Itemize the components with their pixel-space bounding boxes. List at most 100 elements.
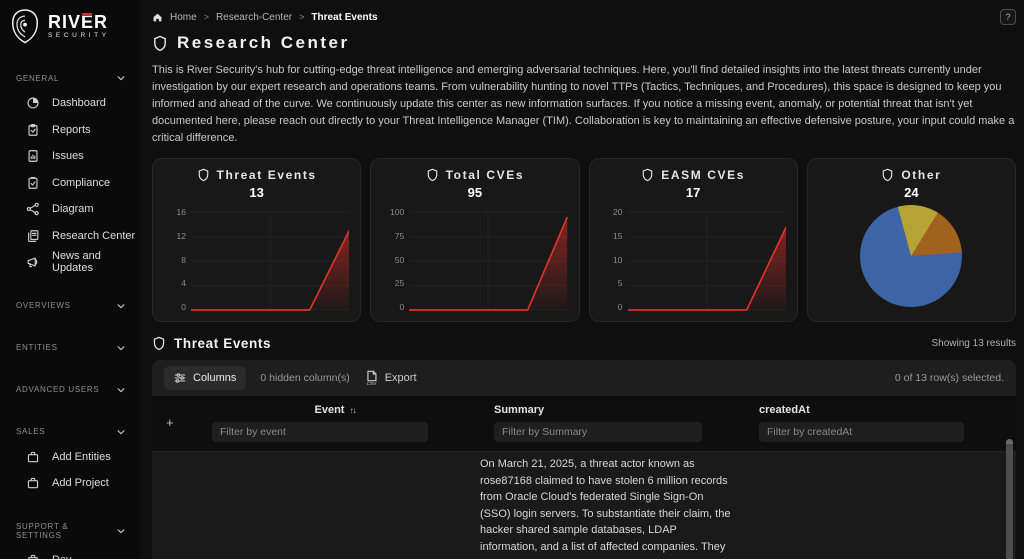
sidebar-item-dev[interactable]: Dev (0, 547, 140, 559)
shield-icon (427, 168, 437, 182)
chevron-down-icon (117, 303, 125, 308)
y-axis-labels: 20 15 10 5 0 (613, 207, 623, 312)
card-title: Total CVEs (445, 168, 525, 182)
breadcrumb-research-center[interactable]: Research-Center (216, 12, 292, 23)
card-threat-events[interactable]: Threat Events 13 16 12 8 4 0 (152, 158, 362, 322)
event-summary: On March 21, 2025, a threat actor known … (480, 458, 731, 559)
event-filter-input[interactable] (212, 422, 428, 442)
brand-name: RIVER (48, 12, 109, 32)
area-chart (627, 208, 786, 311)
hidden-columns-text: 0 hidden column(s) (260, 372, 350, 384)
sidebar-item-news-and-updates[interactable]: News and Updates (0, 249, 140, 276)
shield-icon (153, 336, 165, 351)
card-other[interactable]: Other 24 (806, 158, 1016, 322)
reports-icon (28, 123, 38, 136)
chevron-down-icon (117, 429, 125, 434)
area-chart (191, 208, 350, 311)
sidebar-item-add-entities[interactable]: Add Entities (0, 444, 140, 471)
card-total-cves[interactable]: Total CVEs 95 100 75 50 25 0 (370, 158, 580, 322)
threat-events-table: Columns 0 hidden column(s) CSV Export 0 … (152, 360, 1016, 559)
table-header: + Event ↑↓ Summary createdAt (152, 396, 1016, 451)
home-icon (153, 13, 162, 21)
rows-selected-text: 0 of 13 row(s) selected. (894, 372, 1004, 384)
sidebar-item-add-project[interactable]: Add Project (0, 470, 140, 497)
card-value: 17 (685, 185, 701, 200)
csv-file-icon: CSV (366, 370, 377, 386)
app-root: RIVER SECURITY GENERAL Dashboard Reports… (0, 0, 1024, 559)
help-icon: ? (1005, 12, 1011, 22)
fingerprint-logo-icon (11, 9, 39, 44)
chevron-down-icon (117, 76, 125, 81)
results-count: Showing 13 results (931, 338, 1017, 349)
threat-events-section-header: Threat Events Showing 13 results (152, 336, 1016, 351)
diagram-icon (26, 202, 39, 216)
card-value: 13 (249, 185, 264, 200)
export-button[interactable]: CSV Export (364, 370, 417, 386)
section-title: Threat Events (174, 336, 272, 351)
shield-icon (883, 168, 893, 182)
issues-icon (28, 150, 38, 163)
sidebar-section-support-settings[interactable]: SUPPORT & SETTINGS (0, 513, 140, 547)
main-content: Home > Research-Center > Threat Events ?… (140, 0, 1024, 559)
area-chart (409, 208, 568, 311)
column-header-summary[interactable]: Summary (470, 403, 745, 417)
svg-text:CSV: CSV (366, 381, 377, 386)
sidebar-item-dashboard[interactable]: Dashboard (0, 90, 140, 117)
sidebar-item-research-center[interactable]: Research Center (0, 223, 140, 250)
brand-logo[interactable]: RIVER SECURITY (0, 0, 140, 54)
card-title: EASM CVEs (661, 168, 745, 182)
sidebar-section-general[interactable]: GENERAL (0, 64, 140, 90)
breadcrumb-separator: > (203, 12, 209, 22)
chevron-down-icon (117, 387, 125, 392)
briefcase-icon (27, 478, 39, 489)
breadcrumb-home[interactable]: Home (170, 12, 197, 23)
research-center-icon (28, 229, 39, 242)
brand-tagline: SECURITY (48, 32, 110, 39)
table-row[interactable]: + + alleged oracle data breach On March … (152, 451, 1016, 559)
chevron-down-icon (117, 345, 125, 350)
card-title: Threat Events (216, 168, 317, 182)
y-axis-labels: 100 75 50 25 0 (390, 207, 405, 312)
sidebar-item-diagram[interactable]: Diagram (0, 196, 140, 223)
breadcrumb-separator: > (299, 12, 305, 22)
card-value: 95 (467, 185, 483, 200)
briefcase-icon (27, 554, 39, 559)
card-easm-cves[interactable]: EASM CVEs 17 20 15 10 5 0 (588, 158, 798, 322)
table-scrollbar[interactable] (1006, 439, 1013, 559)
sidebar-section-entities[interactable]: ENTITIES (0, 334, 140, 360)
topbar: Home > Research-Center > Threat Events ? (152, 6, 1016, 28)
table-toolbar: Columns 0 hidden column(s) CSV Export 0 … (152, 360, 1016, 396)
shield-icon (642, 168, 653, 182)
sidebar-section-overviews[interactable]: OVERVIEWS (0, 292, 140, 318)
shield-icon (198, 168, 208, 182)
breadcrumb-threat-events[interactable]: Threat Events (311, 12, 377, 23)
dashboard-icon (27, 97, 39, 109)
sidebar-item-compliance[interactable]: Compliance (0, 170, 140, 197)
createdat-filter-input[interactable] (759, 422, 964, 442)
sidebar-item-reports[interactable]: Reports (0, 117, 140, 144)
column-header-event[interactable]: Event ↑↓ (200, 403, 470, 417)
card-value: 24 (904, 185, 919, 200)
pie-chart (860, 204, 963, 307)
page-title: Research Center (152, 33, 1016, 53)
card-title: Other (901, 168, 942, 182)
briefcase-icon (27, 451, 39, 462)
page-description: This is River Security's hub for cutting… (152, 64, 1015, 144)
column-header-createdat[interactable]: createdAt (745, 403, 1016, 417)
stat-cards: Threat Events 13 16 12 8 4 0 Total CVEs 95 1… (152, 158, 1016, 322)
columns-button[interactable]: Columns (164, 366, 247, 390)
summary-filter-input[interactable] (494, 422, 702, 442)
compliance-icon (28, 176, 38, 189)
sidebar-item-issues[interactable]: Issues (0, 143, 140, 170)
sliders-icon (174, 373, 186, 383)
sort-icon[interactable]: ↑↓ (349, 406, 356, 415)
add-column-button[interactable]: + (152, 403, 200, 442)
sidebar-section-sales[interactable]: SALES (0, 418, 140, 444)
megaphone-icon (27, 257, 38, 268)
chevron-down-icon (117, 528, 125, 533)
breadcrumb: Home > Research-Center > Threat Events (152, 12, 378, 23)
shield-icon (154, 35, 166, 51)
sidebar-section-advanced-users[interactable]: ADVANCED USERS (0, 376, 140, 402)
help-button[interactable]: ? (1000, 9, 1016, 25)
y-axis-labels: 16 12 8 4 0 (176, 207, 186, 312)
